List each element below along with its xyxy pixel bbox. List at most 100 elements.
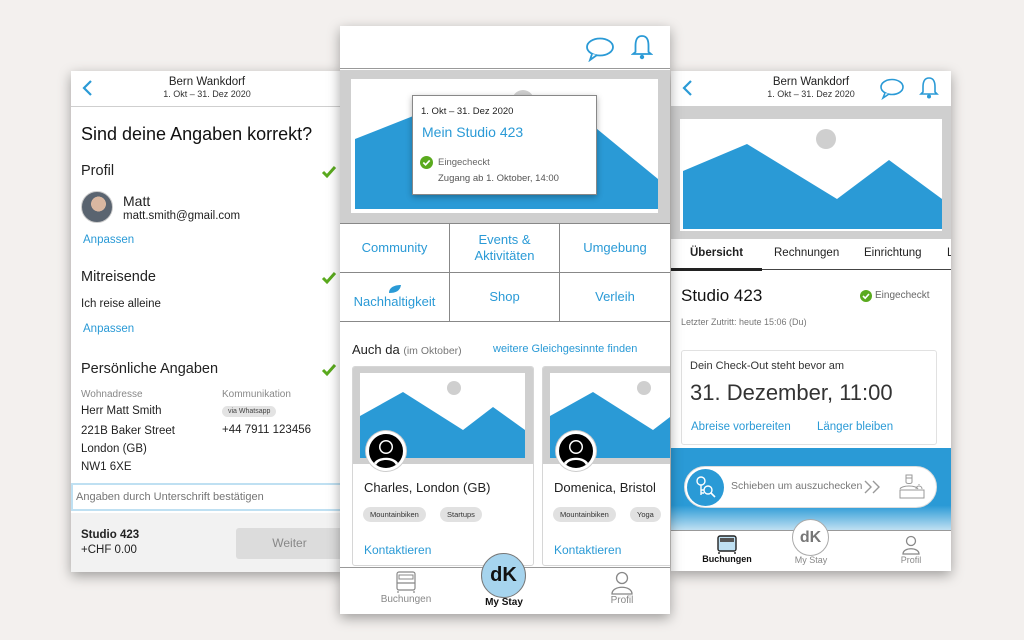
- personal-section-title: Persönliche Angaben: [81, 361, 219, 377]
- nav-profile-label: Profil: [610, 595, 634, 606]
- image-placeholder-icon: [683, 129, 942, 229]
- top-bar: [340, 26, 670, 69]
- nav-profile[interactable]: Profil: [597, 571, 647, 606]
- status-badge: Eingecheckt: [875, 290, 930, 301]
- tab-more[interactable]: L: [947, 247, 951, 259]
- checkout-slider[interactable]: Schieben um auszuchecken: [684, 466, 937, 508]
- nav-bookings[interactable]: Buchungen: [699, 534, 755, 564]
- address-line: London (GB): [81, 443, 147, 455]
- chat-icon[interactable]: [879, 78, 905, 100]
- bell-icon[interactable]: [631, 34, 653, 61]
- location-title: Bern Wankdorf: [772, 76, 850, 88]
- nav-mystay[interactable]: My Stay: [784, 555, 838, 565]
- prepare-departure-link[interactable]: Abreise vorbereiten: [691, 421, 791, 433]
- header: Bern Wankdorf 1. Okt – 31. Dez 2020: [71, 71, 343, 107]
- logo-text: dK: [799, 528, 822, 546]
- footer: Studio 423 +CHF 0.00 Weiter: [71, 513, 343, 572]
- address-line: 221B Baker Street: [81, 425, 175, 437]
- checked-in-icon: [420, 156, 433, 169]
- tab-bar: Übersicht Rechnungen Einrichtung L: [671, 239, 951, 270]
- popup-dates: 1. Okt – 31. Dez 2020: [421, 106, 514, 117]
- slider-label: Schieben um auszuchecken: [731, 480, 863, 492]
- menu-rental[interactable]: Verleih: [560, 273, 670, 322]
- studio-name: Studio 423: [681, 286, 763, 305]
- also-here-subtitle: (im Oktober): [403, 345, 462, 357]
- check-icon: [321, 272, 337, 285]
- edit-companions-link[interactable]: Anpassen: [83, 323, 134, 335]
- bottom-nav: Buchungen dK My Stay Profil: [671, 519, 951, 571]
- bed-icon: [396, 571, 416, 593]
- signature-input[interactable]: [71, 483, 343, 511]
- hero-image: 1. Okt – 31. Dez 2020 Mein Studio 423 Ei…: [340, 70, 670, 223]
- back-icon[interactable]: [679, 77, 697, 99]
- nav-bookings-label: Buchungen: [702, 554, 752, 564]
- studio-name: Studio 423: [81, 529, 140, 541]
- nav-bookings-label: Buchungen: [380, 594, 432, 605]
- interest-tag: Mountainbiken: [553, 507, 616, 522]
- stay-dates: 1. Okt – 31. Dez 2020: [163, 89, 251, 99]
- extend-stay-link[interactable]: Länger bleiben: [817, 421, 893, 433]
- stay-popup[interactable]: 1. Okt – 31. Dez 2020 Mein Studio 423 Ei…: [412, 95, 597, 195]
- edit-profile-link[interactable]: Anpassen: [83, 234, 134, 246]
- avatar: [556, 431, 596, 471]
- checkout-date: 31. Dezember, 11:00: [690, 380, 893, 405]
- menu-shop[interactable]: Shop: [450, 273, 560, 322]
- my-stay-screen: 1. Okt – 31. Dez 2020 Mein Studio 423 Ei…: [340, 26, 670, 614]
- chat-icon[interactable]: [585, 37, 615, 62]
- profile-section-title: Profil: [81, 163, 115, 179]
- menu-events[interactable]: Events & Aktivitäten: [450, 224, 560, 273]
- logo-text: dK: [490, 564, 517, 586]
- avatar: [366, 431, 406, 471]
- also-here-title: Auch da (im Oktober): [352, 342, 462, 357]
- bottom-nav: Buchungen dK My Stay Profil: [340, 553, 670, 614]
- back-icon[interactable]: [79, 77, 97, 99]
- stay-overview-screen: Bern Wankdorf 1. Okt – 31. Dez 2020 Über…: [671, 71, 951, 571]
- nav-profile[interactable]: Profil: [886, 535, 936, 565]
- menu-sustainability[interactable]: Nachhaltigkeit: [340, 273, 450, 322]
- location-title: Bern Wankdorf: [168, 76, 246, 88]
- popup-studio-name[interactable]: Mein Studio 423: [422, 124, 523, 140]
- interest-tag: Startups: [440, 507, 482, 522]
- tab-overview[interactable]: Übersicht: [690, 247, 743, 259]
- find-more-link[interactable]: weitere Gleichgesinnte finden: [493, 343, 637, 355]
- nav-profile-label: Profil: [900, 555, 922, 565]
- bell-icon[interactable]: [919, 76, 939, 100]
- address-line: Herr Matt Smith: [81, 405, 162, 417]
- nav-bookings[interactable]: Buchungen: [378, 570, 434, 605]
- person-name: Charles, London (GB): [364, 480, 491, 495]
- nav-mystay[interactable]: My Stay: [476, 597, 532, 608]
- also-here-heading: Auch da: [352, 342, 400, 357]
- interest-tag: Yoga: [630, 507, 661, 522]
- profile-icon: [902, 535, 920, 555]
- tab-facilities[interactable]: Einrichtung: [864, 247, 922, 259]
- menu-surroundings[interactable]: Umgebung: [560, 224, 670, 273]
- menu-community[interactable]: Community: [340, 224, 450, 273]
- checkout-slider-band: Schieben um auszuchecken: [671, 448, 951, 530]
- phone-number: +44 7911 123456: [222, 424, 312, 436]
- tab-invoices[interactable]: Rechnungen: [774, 247, 839, 259]
- profile-icon: [611, 571, 633, 595]
- check-icon: [321, 364, 337, 377]
- contact-link[interactable]: Kontaktieren: [364, 543, 431, 557]
- check-icon: [321, 166, 337, 179]
- last-access: Letzter Zutritt: heute 15:06 (Du): [681, 317, 807, 327]
- slider-knob[interactable]: [687, 469, 724, 506]
- companions-text: Ich reise alleine: [81, 298, 161, 310]
- checked-in-icon: [860, 290, 872, 302]
- checkout-label: Dein Check-Out steht bevor am: [690, 360, 845, 372]
- address-line: NW1 6XE: [81, 461, 132, 473]
- profile-name: Matt: [123, 193, 151, 209]
- feature-menu: Community Events & Aktivitäten Umgebung …: [340, 223, 670, 322]
- communication-label: Kommunikation: [222, 389, 291, 400]
- price: +CHF 0.00: [81, 544, 137, 556]
- person-name: Domenica, Bristol: [554, 480, 656, 495]
- mystay-logo[interactable]: dK: [481, 553, 526, 598]
- popup-access: Zugang ab 1. Oktober, 14:00: [438, 173, 559, 184]
- mystay-logo[interactable]: dK: [792, 519, 829, 556]
- leaf-icon: [388, 284, 401, 293]
- contact-link[interactable]: Kontaktieren: [554, 543, 621, 557]
- active-tab-indicator: [671, 268, 762, 271]
- address-label: Wohnadresse: [81, 389, 143, 400]
- next-button[interactable]: Weiter: [236, 528, 343, 559]
- hero-image: [671, 107, 951, 239]
